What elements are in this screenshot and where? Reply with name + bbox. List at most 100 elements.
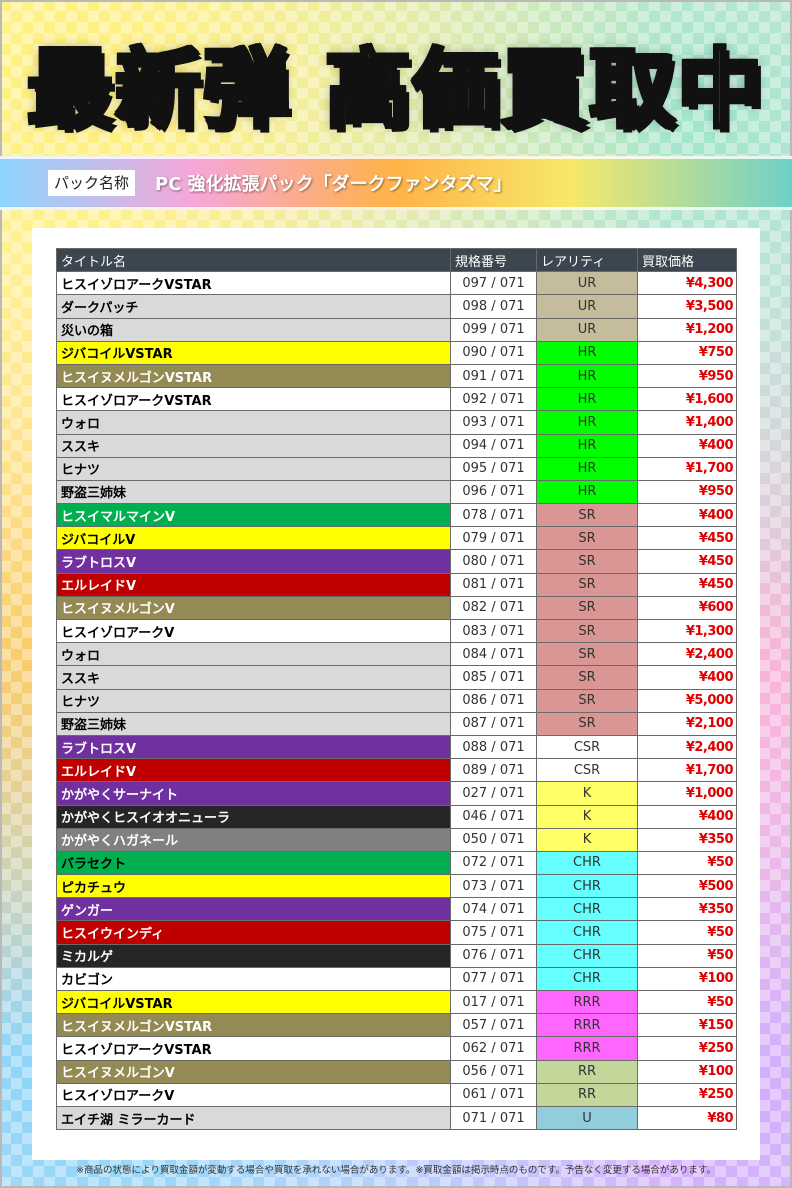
table-row: ダークパッチ 098 / 071 UR ¥3,500	[56, 294, 737, 319]
footnote: ※商品の状態により買取金額が変動する場合や買取を承れない場合があります。※買取金…	[76, 1165, 716, 1176]
card-price: ¥250	[637, 1082, 737, 1107]
card-rarity: CSR	[536, 758, 638, 783]
pack-name: PC 強化拡張パック「ダークファンタズマ」	[155, 174, 512, 195]
card-title: カビゴン	[56, 966, 451, 992]
table-row: カビゴン 077 / 071 CHR ¥100	[56, 966, 737, 992]
card-rarity: SR	[536, 572, 638, 597]
card-price: ¥2,400	[637, 734, 737, 760]
card-rarity: CHR	[536, 897, 638, 922]
card-title: ラブトロスV	[56, 734, 451, 760]
table-row: ススキ 085 / 071 SR ¥400	[56, 665, 737, 690]
card-price: ¥50	[637, 989, 737, 1015]
card-rarity: RR	[536, 1059, 638, 1084]
card-title: ピカチュウ	[56, 874, 451, 899]
card-title: 野盗三姉妹	[56, 711, 451, 736]
card-number: 099 / 071	[450, 317, 537, 342]
card-title: ミカルゲ	[56, 943, 451, 968]
card-price: ¥4,300	[637, 271, 737, 296]
table-row: ヒスイヌメルゴンVSTAR 057 / 071 RRR ¥150	[56, 1013, 737, 1038]
card-number: 074 / 071	[450, 897, 537, 922]
card-price: ¥50	[637, 920, 737, 945]
card-number: 083 / 071	[450, 618, 537, 644]
card-price: ¥950	[637, 363, 737, 389]
card-title: エルレイドV	[56, 758, 451, 783]
card-price: ¥400	[637, 503, 737, 528]
card-number: 092 / 071	[450, 387, 537, 412]
card-price: ¥3,500	[637, 294, 737, 319]
card-price: ¥750	[637, 340, 737, 365]
table-row: ヒスイゾロアークVSTAR 097 / 071 UR ¥4,300	[56, 271, 737, 296]
card-price: ¥1,600	[637, 387, 737, 412]
table-row: ヒスイヌメルゴンVSTAR 091 / 071 HR ¥950	[56, 363, 737, 389]
card-price: ¥1,400	[637, 410, 737, 435]
card-number: 080 / 071	[450, 549, 537, 574]
card-price: ¥2,400	[637, 642, 737, 667]
card-number: 085 / 071	[450, 665, 537, 690]
card-title: ヒスイヌメルゴンV	[56, 595, 451, 621]
card-number: 061 / 071	[450, 1082, 537, 1107]
price-table: タイトル名 規格番号 レアリティ 買取価格 ヒスイゾロアークVSTAR 097 /…	[56, 247, 737, 1131]
card-number: 046 / 071	[450, 804, 537, 829]
column-header-price: 買取価格	[637, 247, 737, 273]
card-number: 091 / 071	[450, 363, 537, 389]
table-row: エルレイドV 081 / 071 SR ¥450	[56, 572, 737, 597]
headline-right: 高価買取中	[323, 38, 765, 142]
card-number: 097 / 071	[450, 271, 537, 296]
table-row: ヒスイヌメルゴンV 056 / 071 RR ¥100	[56, 1059, 737, 1084]
card-number: 072 / 071	[450, 850, 537, 876]
column-header-rarity: レアリティ	[536, 247, 638, 273]
card-rarity: RRR	[536, 1013, 638, 1038]
card-number: 086 / 071	[450, 688, 537, 713]
card-title: 野盗三姉妹	[56, 479, 451, 505]
card-title: ウォロ	[56, 410, 451, 435]
card-number: 073 / 071	[450, 874, 537, 899]
card-rarity: HR	[536, 363, 638, 389]
card-title: ラブトロスV	[56, 549, 451, 574]
table-row: ピカチュウ 073 / 071 CHR ¥500	[56, 874, 737, 899]
table-row: ヒスイゾロアークVSTAR 092 / 071 HR ¥1,600	[56, 387, 737, 412]
card-rarity: UR	[536, 271, 638, 296]
table-row: ヒスイゾロアークV 061 / 071 RR ¥250	[56, 1082, 737, 1107]
card-rarity: CHR	[536, 943, 638, 968]
card-price: ¥100	[637, 1059, 737, 1084]
table-row: 災いの箱 099 / 071 UR ¥1,200	[56, 317, 737, 342]
card-rarity: UR	[536, 317, 638, 342]
card-rarity: K	[536, 781, 638, 806]
card-title: ススキ	[56, 665, 451, 690]
card-number: 094 / 071	[450, 433, 537, 458]
card-number: 088 / 071	[450, 734, 537, 760]
table-row: ヒスイウインディ 075 / 071 CHR ¥50	[56, 920, 737, 945]
card-rarity: CHR	[536, 966, 638, 992]
card-number: 071 / 071	[450, 1105, 537, 1131]
table-row: ヒスイヌメルゴンV 082 / 071 SR ¥600	[56, 595, 737, 621]
table-row: エイチ湖 ミラーカード 071 / 071 U ¥80	[56, 1105, 737, 1131]
card-number: 089 / 071	[450, 758, 537, 783]
card-price: ¥1,700	[637, 758, 737, 783]
table-row: ヒスイゾロアークV 083 / 071 SR ¥1,300	[56, 618, 737, 644]
card-number: 087 / 071	[450, 711, 537, 736]
table-row: バラセクト 072 / 071 CHR ¥50	[56, 850, 737, 876]
card-price: ¥1,700	[637, 456, 737, 481]
card-number: 084 / 071	[450, 642, 537, 667]
card-rarity: SR	[536, 642, 638, 667]
card-rarity: UR	[536, 294, 638, 319]
card-title: ヒナツ	[56, 456, 451, 481]
card-number: 082 / 071	[450, 595, 537, 621]
card-rarity: K	[536, 804, 638, 829]
card-title: エイチ湖 ミラーカード	[56, 1105, 451, 1131]
card-rarity: HR	[536, 410, 638, 435]
card-rarity: CHR	[536, 874, 638, 899]
card-title: ヒスイゾロアークVSTAR	[56, 387, 451, 412]
card-number: 095 / 071	[450, 456, 537, 481]
table-row: エルレイドV 089 / 071 CSR ¥1,700	[56, 758, 737, 783]
table-row: ジバコイルVSTAR 017 / 071 RRR ¥50	[56, 989, 737, 1015]
card-rarity: CHR	[536, 920, 638, 945]
card-title: ウォロ	[56, 642, 451, 667]
card-number: 057 / 071	[450, 1013, 537, 1038]
card-price: ¥450	[637, 572, 737, 597]
card-rarity: SR	[536, 595, 638, 621]
table-row: ラブトロスV 080 / 071 SR ¥450	[56, 549, 737, 574]
price-rows: ヒスイゾロアークVSTAR 097 / 071 UR ¥4,300 ダークパッチ 098 …	[56, 271, 737, 1131]
card-price: ¥5,000	[637, 688, 737, 713]
card-price: ¥2,100	[637, 711, 737, 736]
